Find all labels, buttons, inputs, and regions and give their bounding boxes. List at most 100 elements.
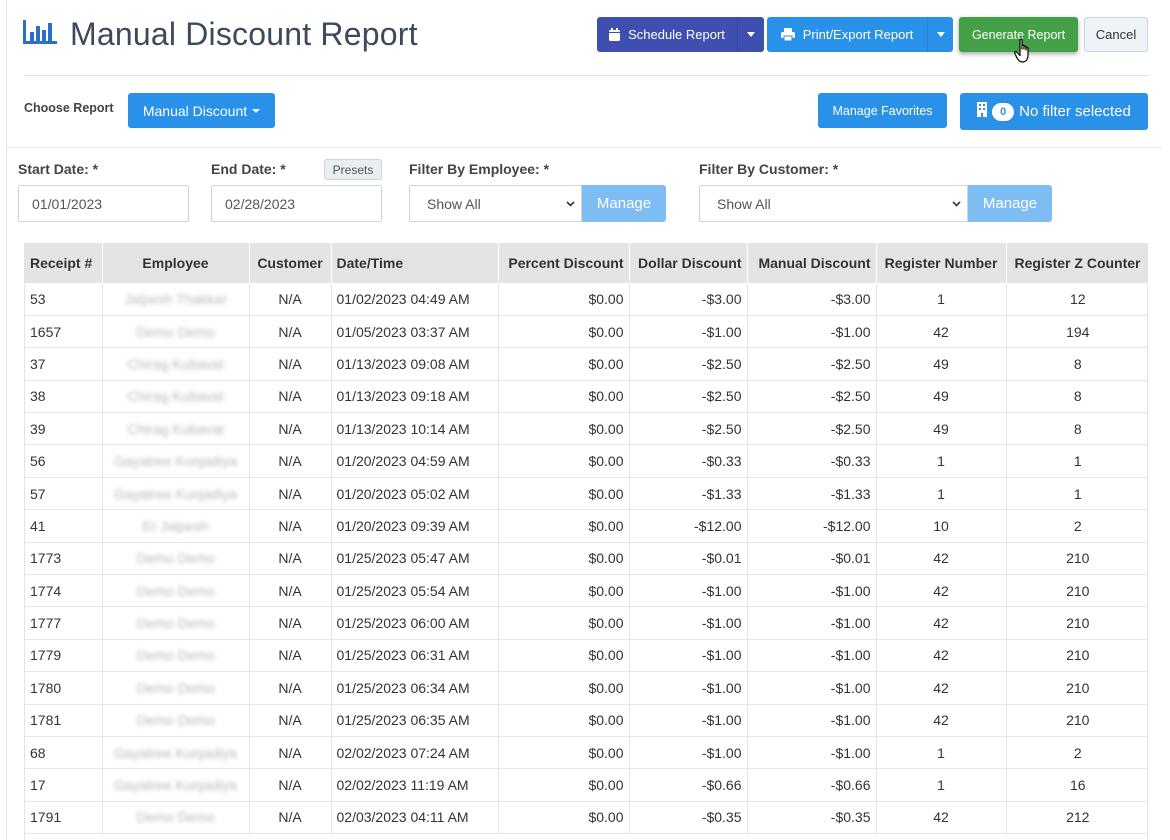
choose-report-label: Choose Report [24,101,114,115]
column-header[interactable]: Receipt # [25,243,103,283]
employee-filter-select[interactable]: Show All [409,185,582,222]
register-number-cell: 42 [876,671,1007,705]
customer-cell: N/A [249,283,332,316]
schedule-report-label: Schedule Report [628,27,725,42]
register-z-counter-cell: 194 [1006,315,1147,349]
percent-discount-cell: $0.00 [498,639,630,673]
manual-discount-cell: -$0.33 [747,444,877,478]
dollar-discount-cell: -$1.00 [629,639,748,673]
table-row: 38 Chirag Kubavat N/A 01/13/2023 09:18 AM $0… [25,380,1147,414]
end-date-input[interactable]: 02/28/2023 [211,185,382,222]
register-number-cell: 49 [876,380,1007,414]
column-header[interactable]: Dollar Discount [629,243,748,283]
employee-cell: Demo Demo [102,801,250,835]
manage-customer-button[interactable]: Manage [968,185,1052,222]
manual-discount-cell: -$1.00 [747,574,877,608]
manual-discount-cell: -$2.50 [747,380,877,414]
register-z-counter-cell: 2 [1006,509,1147,543]
start-date-input[interactable]: 01/01/2023 [18,185,189,222]
cancel-button[interactable]: Cancel [1084,17,1148,52]
table-row: 1791 Demo Demo N/A 02/03/2023 04:11 AM $0.00… [25,801,1147,835]
employee-cell: Demo Demo [102,704,250,737]
percent-discount-cell: $0.00 [498,509,630,543]
presets-button[interactable]: Presets [324,159,382,180]
register-z-counter-cell: 8 [1006,412,1147,446]
receipt-cell: 1777 [25,606,103,640]
customer-cell: N/A [249,347,332,381]
table-row: 1773 Demo Demo N/A 01/25/2023 05:47 AM $0.00… [25,542,1147,576]
dollar-discount-cell: -$0.66 [629,768,748,802]
employee-cell: Demo Demo [102,671,250,705]
column-header[interactable]: Register Number [876,243,1007,283]
table-row: 17 Gayatree Kunjadiya N/A 02/02/2023 11:19 … [25,768,1147,802]
schedule-report-button[interactable]: Schedule Report [597,17,737,52]
datetime-cell: 01/25/2023 06:31 AM [331,639,499,673]
register-number-cell: 1 [876,444,1007,478]
datetime-cell: 01/05/2023 03:37 AM [331,315,499,349]
print-export-button[interactable]: Print/Export Report [767,17,927,52]
receipt-cell: 56 [25,444,103,478]
column-header[interactable]: Register Z Counter [1006,243,1147,283]
manage-employee-button[interactable]: Manage [582,185,666,222]
percent-discount-cell: $0.00 [498,671,630,705]
customer-cell: N/A [249,768,332,802]
register-number-cell: 1 [876,477,1007,511]
percent-discount-cell: $0.00 [498,315,630,349]
register-z-counter-cell: 210 [1006,704,1147,737]
customer-cell: N/A [249,574,332,608]
receipt-cell: 1774 [25,574,103,608]
register-number-cell: 1 [876,768,1007,802]
datetime-cell: 01/20/2023 09:39 AM [331,509,499,543]
employee-cell: Gayatree Kunjadiya [102,736,250,770]
customer-cell: N/A [249,801,332,835]
register-z-counter-cell: 16 [1006,768,1147,802]
register-z-counter-cell: 210 [1006,606,1147,640]
register-z-counter-cell: 210 [1006,574,1147,608]
column-header[interactable]: Employee [102,243,250,283]
customer-filter-select[interactable]: Show All [699,185,968,222]
employee-cell: Er Jalpesh [102,509,250,543]
customer-filter-value: Show All [717,195,771,212]
employee-cell: Demo Demo [102,639,250,673]
percent-discount-cell: $0.00 [498,380,630,414]
percent-discount-cell: $0.00 [498,542,630,576]
report-table-container: Receipt # Employee Customer Date/Time Pe… [24,243,1148,840]
print-export-label: Print/Export Report [802,27,914,42]
receipt-cell: 1779 [25,639,103,673]
dollar-discount-cell: -$3.00 [629,283,748,316]
employee-filter-label: Filter By Employee: * [409,161,550,177]
percent-discount-cell: $0.00 [498,347,630,381]
table-row: 56 Gayatree Kunjadiya N/A 01/20/2023 04:59 … [25,444,1147,478]
percent-discount-cell: $0.00 [498,704,630,737]
employee-cell: Jalpesh Thakkar [102,283,250,316]
printer-icon [780,28,795,41]
employee-cell: Demo Demo [102,606,250,640]
datetime-cell: 02/02/2023 11:19 AM [331,768,499,802]
manual-discount-cell: -$0.66 [747,768,877,802]
chevron-down-icon [952,201,961,207]
customer-cell: N/A [249,542,332,576]
receipt-cell: 1657 [25,315,103,349]
receipt-cell: 57 [25,477,103,511]
register-number-cell: 42 [876,574,1007,608]
dollar-discount-cell: -$1.00 [629,574,748,608]
manual-discount-cell: -$1.00 [747,639,877,673]
page-title: Manual Discount Report [70,16,418,52]
customer-cell: N/A [249,444,332,478]
choose-report-dropdown[interactable]: Manual Discount [128,93,275,128]
filter-status-button[interactable]: 0 No filter selected [960,93,1148,130]
column-header[interactable]: Customer [249,243,332,283]
dollar-discount-cell: -$1.00 [629,606,748,640]
manage-favorites-button[interactable]: Manage Favorites [818,93,947,128]
employee-cell: Chirag Kubavat [102,380,250,414]
schedule-report-dropdown[interactable] [737,17,764,52]
column-header[interactable]: Date/Time [331,243,499,283]
datetime-cell: 01/25/2023 06:35 AM [331,704,499,737]
manual-discount-cell: -$3.00 [747,283,877,316]
print-export-dropdown[interactable] [927,17,953,52]
dollar-discount-cell: -$0.01 [629,542,748,576]
employee-cell: Demo Demo [102,542,250,576]
datetime-cell: 01/13/2023 09:08 AM [331,347,499,381]
column-header[interactable]: Percent Discount [498,243,630,283]
column-header[interactable]: Manual Discount [747,243,877,283]
